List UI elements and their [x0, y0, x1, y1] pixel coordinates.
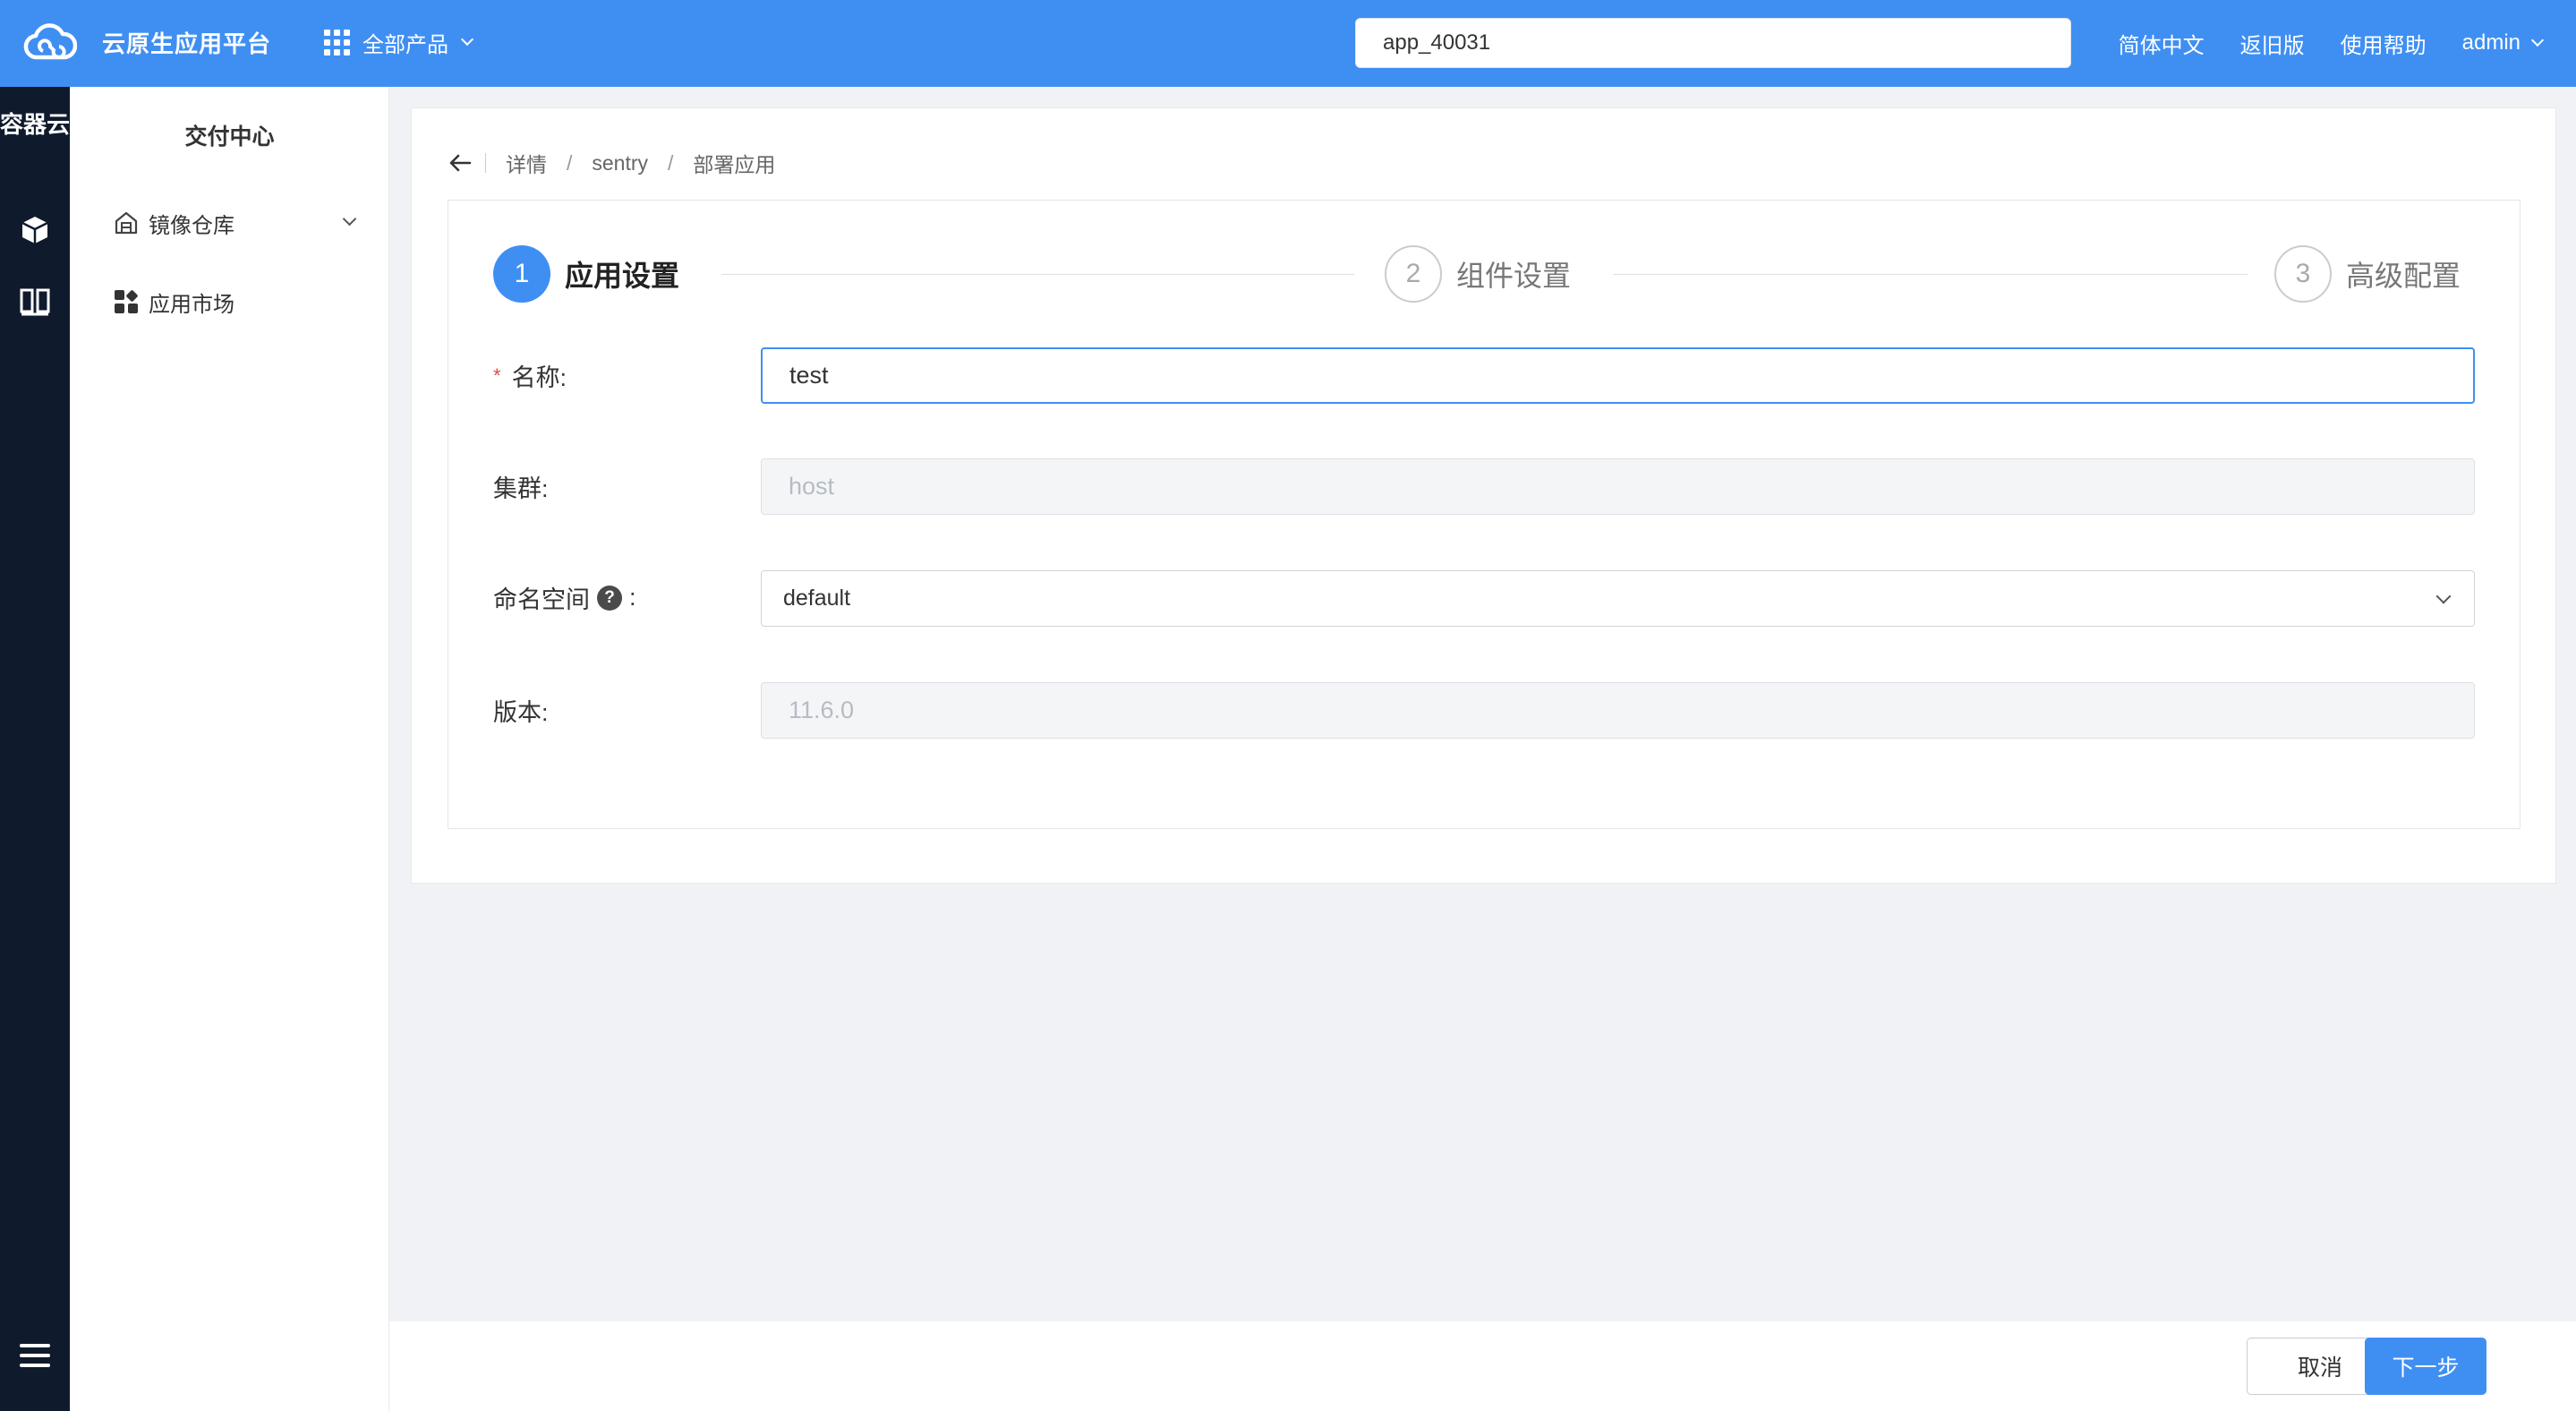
required-mark: * — [493, 363, 501, 387]
step-app-settings: 1 应用设置 — [493, 245, 679, 303]
name-label: * 名称: — [493, 358, 567, 393]
breadcrumb-item-current: 部署应用 — [693, 153, 776, 176]
next-step-button[interactable]: 下一步 — [2365, 1338, 2486, 1395]
menu-icon[interactable] — [12, 1332, 58, 1379]
step-number: 2 — [1385, 245, 1442, 303]
breadcrumb-item-details[interactable]: 详情 — [506, 148, 547, 178]
rail-title: 容器云 — [0, 111, 70, 138]
sidebar-item-image-registry[interactable]: 镜像仓库 — [113, 201, 363, 244]
sidebar-item-label: 应用市场 — [149, 292, 235, 317]
namespace-select[interactable]: default — [761, 570, 2475, 627]
step-connector — [721, 274, 1354, 275]
sidebar-item-label: 镜像仓库 — [149, 213, 235, 238]
columns-icon[interactable] — [12, 278, 58, 325]
footer-action-bar: 取消 下一步 — [389, 1321, 2576, 1411]
cloud-logo-icon[interactable] — [23, 20, 78, 64]
breadcrumb-divider — [485, 153, 486, 173]
global-search-input[interactable] — [1355, 18, 2071, 68]
left-rail: 容器云 — [0, 87, 70, 1411]
warehouse-icon — [113, 210, 140, 236]
cube-icon[interactable] — [12, 207, 58, 253]
cluster-field: host — [761, 458, 2475, 515]
chevron-down-icon — [2530, 33, 2545, 47]
step-label: 高级配置 — [2346, 260, 2461, 292]
help-icon[interactable]: ? — [597, 585, 622, 611]
step-component-settings: 2 组件设置 — [1385, 245, 1571, 303]
side-navigation: 交付中心 镜像仓库 应用市场 — [70, 87, 389, 1411]
sidenav-title: 交付中心 — [184, 124, 275, 150]
namespace-label-colon: : — [629, 584, 636, 611]
breadcrumb-item-app[interactable]: sentry — [592, 151, 648, 175]
top-header-bar: 云原生应用平台 全部产品 简体中文 返旧版 使用帮助 admin — [0, 0, 2576, 87]
namespace-label: 命名空间 ? : — [493, 580, 636, 615]
user-menu[interactable]: admin — [2461, 30, 2545, 56]
app-grid-icon — [324, 29, 350, 56]
breadcrumb-separator: / — [567, 150, 573, 175]
name-label-text: 名称: — [511, 364, 567, 391]
version-field: 11.6.0 — [761, 682, 2475, 739]
back-arrow-icon[interactable] — [448, 150, 473, 175]
chevron-down-icon — [342, 211, 357, 227]
cluster-label: 集群: — [493, 475, 549, 502]
namespace-selected-value: default — [783, 586, 851, 611]
user-name: admin — [2461, 30, 2521, 55]
step-number: 1 — [493, 245, 550, 303]
deploy-app-panel: 详情 / sentry / 部署应用 1 应用设置 2 组件设置 3 高级配置 … — [411, 107, 2556, 884]
step-number: 3 — [2274, 245, 2332, 303]
breadcrumb-separator: / — [668, 150, 674, 175]
chevron-down-icon — [460, 32, 474, 47]
breadcrumb: 详情 / sentry / 部署应用 — [448, 148, 775, 178]
app-title[interactable]: 云原生应用平台 — [102, 26, 271, 59]
header-links: 简体中文 返旧版 使用帮助 admin — [2083, 24, 2545, 62]
chevron-down-icon — [2435, 588, 2452, 604]
old-version-link[interactable]: 返旧版 — [2240, 28, 2305, 59]
step-label: 组件设置 — [1456, 260, 1572, 292]
version-label: 版本: — [493, 699, 549, 726]
step-label: 应用设置 — [565, 260, 680, 292]
apps-grid-icon — [113, 288, 140, 315]
help-link[interactable]: 使用帮助 — [2341, 28, 2427, 59]
step-advanced-config: 3 高级配置 — [2274, 245, 2461, 303]
step-connector — [1613, 274, 2248, 275]
all-products-dropdown[interactable]: 全部产品 — [324, 24, 474, 60]
name-input[interactable] — [761, 347, 2475, 404]
all-products-label: 全部产品 — [363, 32, 448, 57]
namespace-label-text: 命名空间 — [493, 586, 590, 613]
sidebar-item-app-market[interactable]: 应用市场 — [113, 280, 363, 323]
language-switch-link[interactable]: 简体中文 — [2119, 28, 2205, 59]
deploy-form: 1 应用设置 2 组件设置 3 高级配置 * 名称: 集群: host 命名空间… — [448, 200, 2521, 829]
